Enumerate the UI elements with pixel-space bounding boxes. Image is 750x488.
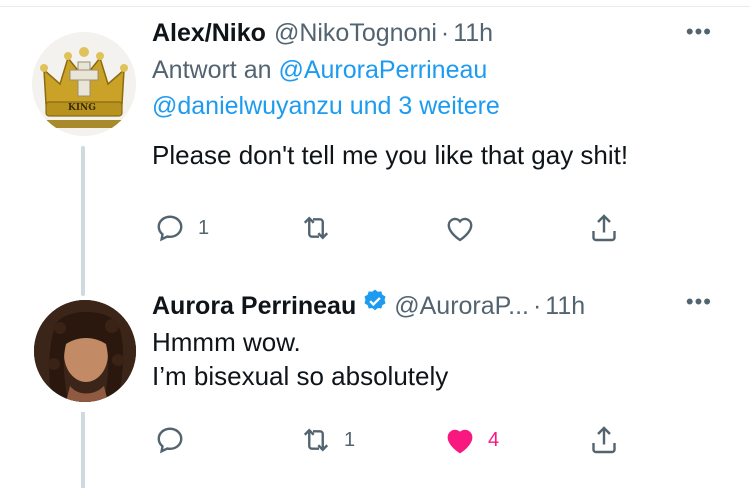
thread-line — [81, 412, 85, 488]
crown-avatar-image — [32, 32, 136, 136]
reply-prefix: Antwort an — [152, 56, 272, 84]
profile-photo — [34, 300, 136, 402]
username[interactable]: @AuroraP... — [394, 291, 529, 321]
more-options-icon[interactable]: ••• — [686, 291, 712, 313]
like-button[interactable] — [442, 210, 488, 246]
tweet-text-line: I’m bisexual so absolutely — [152, 361, 449, 391]
heart-icon — [447, 217, 473, 242]
avatar[interactable]: KING — [32, 32, 136, 136]
reply-icon — [157, 427, 183, 454]
tweet-actions: 1 4 — [152, 422, 632, 462]
avatar-king-label: KING — [68, 103, 96, 113]
tweet-text-line: Hmmm wow. — [152, 327, 301, 357]
reply-button[interactable]: 1 — [152, 210, 209, 246]
separator-dot: · — [440, 19, 450, 47]
tweet-2[interactable]: Aurora Perrineau @AuroraP... · 11h ••• H… — [0, 288, 750, 488]
reply-count: 1 — [198, 216, 210, 239]
top-divider — [0, 6, 750, 7]
share-icon — [592, 426, 616, 454]
timestamp[interactable]: 11h — [545, 291, 585, 321]
tweet-1[interactable]: KING Alex/Niko @NikoTognoni · 11h ••• An… — [0, 18, 750, 296]
share-button[interactable] — [586, 422, 622, 458]
retweet-icon — [303, 216, 329, 240]
display-name[interactable]: Alex/Niko — [152, 18, 266, 48]
retweet-icon — [303, 428, 329, 452]
tweet-content: Aurora Perrineau @AuroraP... · 11h ••• H… — [152, 288, 726, 393]
tweet-actions: 1 — [152, 210, 632, 250]
more-mentions-link[interactable]: und 3 weitere — [350, 92, 500, 120]
separator-dot: · — [532, 292, 542, 320]
more-options-icon[interactable]: ••• — [686, 21, 712, 43]
mention-link[interactable]: @danielwuyanzu — [152, 92, 343, 120]
retweet-count: 1 — [344, 428, 356, 451]
username[interactable]: @NikoTognoni — [274, 18, 437, 48]
mention-link[interactable]: @AuroraPerrineau — [278, 56, 487, 84]
verified-badge-icon — [364, 289, 386, 311]
share-button[interactable] — [586, 210, 622, 246]
reply-icon — [157, 215, 183, 242]
display-name[interactable]: Aurora Perrineau — [152, 291, 356, 321]
thread-line — [81, 146, 85, 296]
timestamp[interactable]: 11h — [453, 18, 493, 48]
avatar[interactable] — [34, 300, 136, 402]
reply-context: Antwort an @AuroraPerrineau @danielwuyan… — [152, 52, 726, 124]
like-button[interactable]: 4 — [442, 422, 499, 458]
retweet-button[interactable]: 1 — [298, 422, 355, 458]
share-icon — [592, 214, 616, 242]
tweet-text: Please don't tell me you like that gay s… — [152, 140, 629, 170]
tweet-header: Alex/Niko @NikoTognoni · 11h — [152, 18, 726, 48]
heart-filled-icon — [447, 429, 473, 454]
reply-button[interactable] — [152, 422, 198, 458]
retweet-button[interactable] — [298, 210, 344, 246]
like-count: 4 — [488, 428, 500, 451]
tweet-content: Alex/Niko @NikoTognoni · 11h ••• Antwort… — [152, 18, 726, 172]
tweet-header: Aurora Perrineau @AuroraP... · 11h — [152, 288, 726, 321]
